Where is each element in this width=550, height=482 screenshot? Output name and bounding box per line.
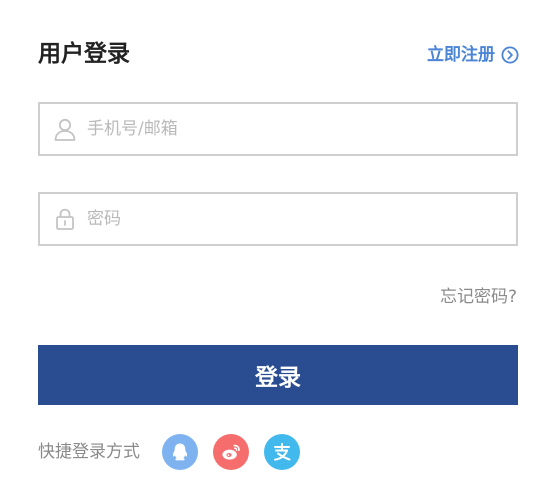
login-panel: 用户登录 立即注册 忘记密码? 登录 <box>0 0 550 482</box>
page-title: 用户登录 <box>38 41 130 67</box>
quick-login-label: 快捷登录方式 <box>38 442 140 462</box>
password-input[interactable] <box>85 195 516 243</box>
register-label: 立即注册 <box>427 45 495 65</box>
qq-icon <box>172 443 188 461</box>
quick-login-row: 快捷登录方式 <box>38 434 315 470</box>
user-icon <box>51 115 79 143</box>
chevron-right-circle-icon <box>501 46 519 64</box>
username-field[interactable] <box>38 102 518 156</box>
password-field[interactable] <box>38 192 518 246</box>
alipay-login-button[interactable] <box>264 434 300 470</box>
lock-icon <box>51 205 79 233</box>
username-input[interactable] <box>85 105 516 153</box>
forgot-password-link[interactable]: 忘记密码? <box>440 285 517 309</box>
weibo-login-button[interactable] <box>213 434 249 470</box>
login-button[interactable]: 登录 <box>38 345 518 405</box>
alipay-icon <box>274 443 291 461</box>
weibo-icon <box>222 444 240 460</box>
register-link[interactable]: 立即注册 <box>427 43 519 67</box>
qq-login-button[interactable] <box>162 434 198 470</box>
